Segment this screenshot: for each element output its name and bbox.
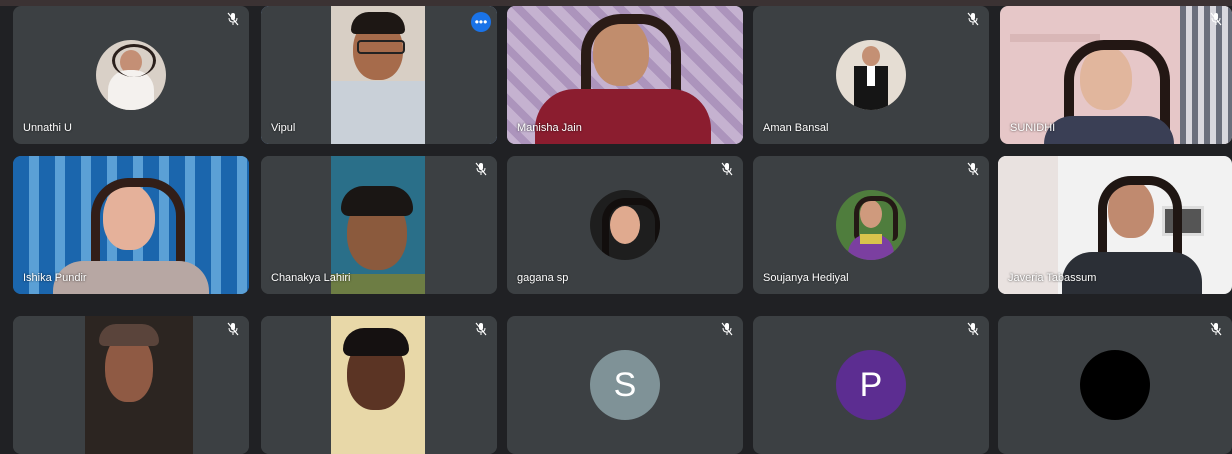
avatar: P — [836, 350, 906, 420]
participant-grid: Unnathi U Vipul ••• Manisha Jain Aman Ba… — [0, 0, 1232, 454]
participant-tile[interactable]: Javeria Tabassum — [998, 156, 1232, 294]
more-horizontal-icon[interactable]: ••• — [471, 12, 491, 32]
avatar — [1080, 350, 1150, 420]
participant-tile[interactable] — [998, 316, 1232, 454]
participant-tile[interactable] — [13, 316, 249, 454]
avatar: S — [590, 350, 660, 420]
avatar — [96, 40, 166, 110]
mic-off-icon — [967, 322, 979, 336]
participant-name: Unnathi U — [23, 122, 72, 134]
mic-off-icon — [227, 322, 239, 336]
avatar — [836, 190, 906, 260]
mic-off-icon — [967, 162, 979, 176]
mic-off-icon — [721, 162, 733, 176]
mic-off-icon — [967, 12, 979, 26]
participant-name: gagana sp — [517, 272, 569, 284]
participant-tile[interactable] — [261, 316, 497, 454]
video-feed — [13, 316, 249, 454]
participant-tile[interactable]: Unnathi U — [13, 6, 249, 144]
participant-name: Javeria Tabassum — [1008, 272, 1097, 284]
mic-off-icon — [1210, 12, 1222, 26]
participant-name: Manisha Jain — [517, 122, 582, 134]
participant-tile[interactable]: Chanakya Lahiri — [261, 156, 497, 294]
mic-off-icon — [1210, 322, 1222, 336]
mic-off-icon — [227, 12, 239, 26]
participant-name: Soujanya Hediyal — [763, 272, 849, 284]
participant-tile[interactable]: Soujanya Hediyal — [753, 156, 989, 294]
participant-tile[interactable]: Ishika Pundir — [13, 156, 249, 294]
video-feed — [261, 316, 497, 454]
participant-tile[interactable]: gagana sp — [507, 156, 743, 294]
avatar — [836, 40, 906, 110]
participant-tile[interactable]: Manisha Jain — [507, 6, 743, 144]
video-feed — [261, 6, 497, 144]
participant-tile[interactable]: P — [753, 316, 989, 454]
participant-tile[interactable]: Aman Bansal — [753, 6, 989, 144]
participant-tile[interactable]: SUNIDHI — [1000, 6, 1232, 144]
participant-name: Chanakya Lahiri — [271, 272, 351, 284]
participant-name: Aman Bansal — [763, 122, 829, 134]
participant-name: Ishika Pundir — [23, 272, 87, 284]
participant-name: Vipul — [271, 122, 296, 134]
mic-off-icon — [721, 322, 733, 336]
mic-off-icon — [475, 162, 487, 176]
participant-name: SUNIDHI — [1010, 122, 1056, 134]
participant-tile[interactable]: S — [507, 316, 743, 454]
mic-off-icon — [475, 322, 487, 336]
participant-tile[interactable]: Vipul ••• — [261, 6, 497, 144]
avatar — [590, 190, 660, 260]
